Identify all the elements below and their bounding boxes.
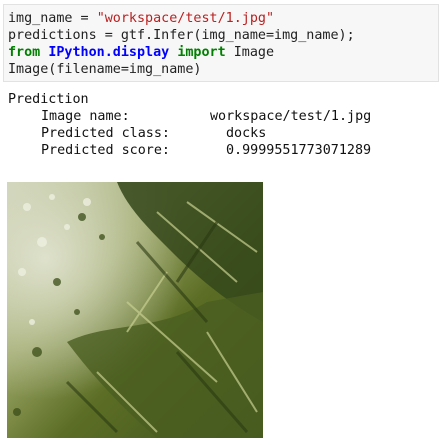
image-name-label: Image name: [41, 109, 130, 124]
code-op: = [72, 11, 97, 26]
output-heading: Prediction [8, 92, 89, 107]
predicted-class-label: Predicted class: [41, 126, 170, 141]
predicted-score-value: 0.9999551773071289 [226, 143, 372, 158]
code-var: img_name [8, 11, 73, 26]
code-line-2: predictions = gtf.Infer(img_name=img_nam… [8, 28, 355, 43]
keyword-from: from [8, 45, 41, 60]
code-line-4: Image(filename=img_name) [8, 62, 202, 77]
code-line-1: img_name = "workspace/test/1.jpg" [8, 10, 274, 27]
module-name: IPython.display [48, 45, 170, 60]
code-cell[interactable]: img_name = "workspace/test/1.jpg" predic… [3, 4, 439, 82]
image-name-value: workspace/test/1.jpg [210, 109, 372, 124]
imported-name: Image [233, 45, 275, 60]
output-image [7, 182, 263, 438]
keyword-import: import [177, 45, 226, 60]
code-line-3: from IPython.display import Image [8, 44, 274, 61]
predicted-class-value: docks [226, 126, 267, 141]
predicted-score-label: Predicted score: [41, 143, 170, 158]
code-string: "workspace/test/1.jpg" [96, 11, 275, 26]
aerial-foliage-image [7, 182, 263, 438]
